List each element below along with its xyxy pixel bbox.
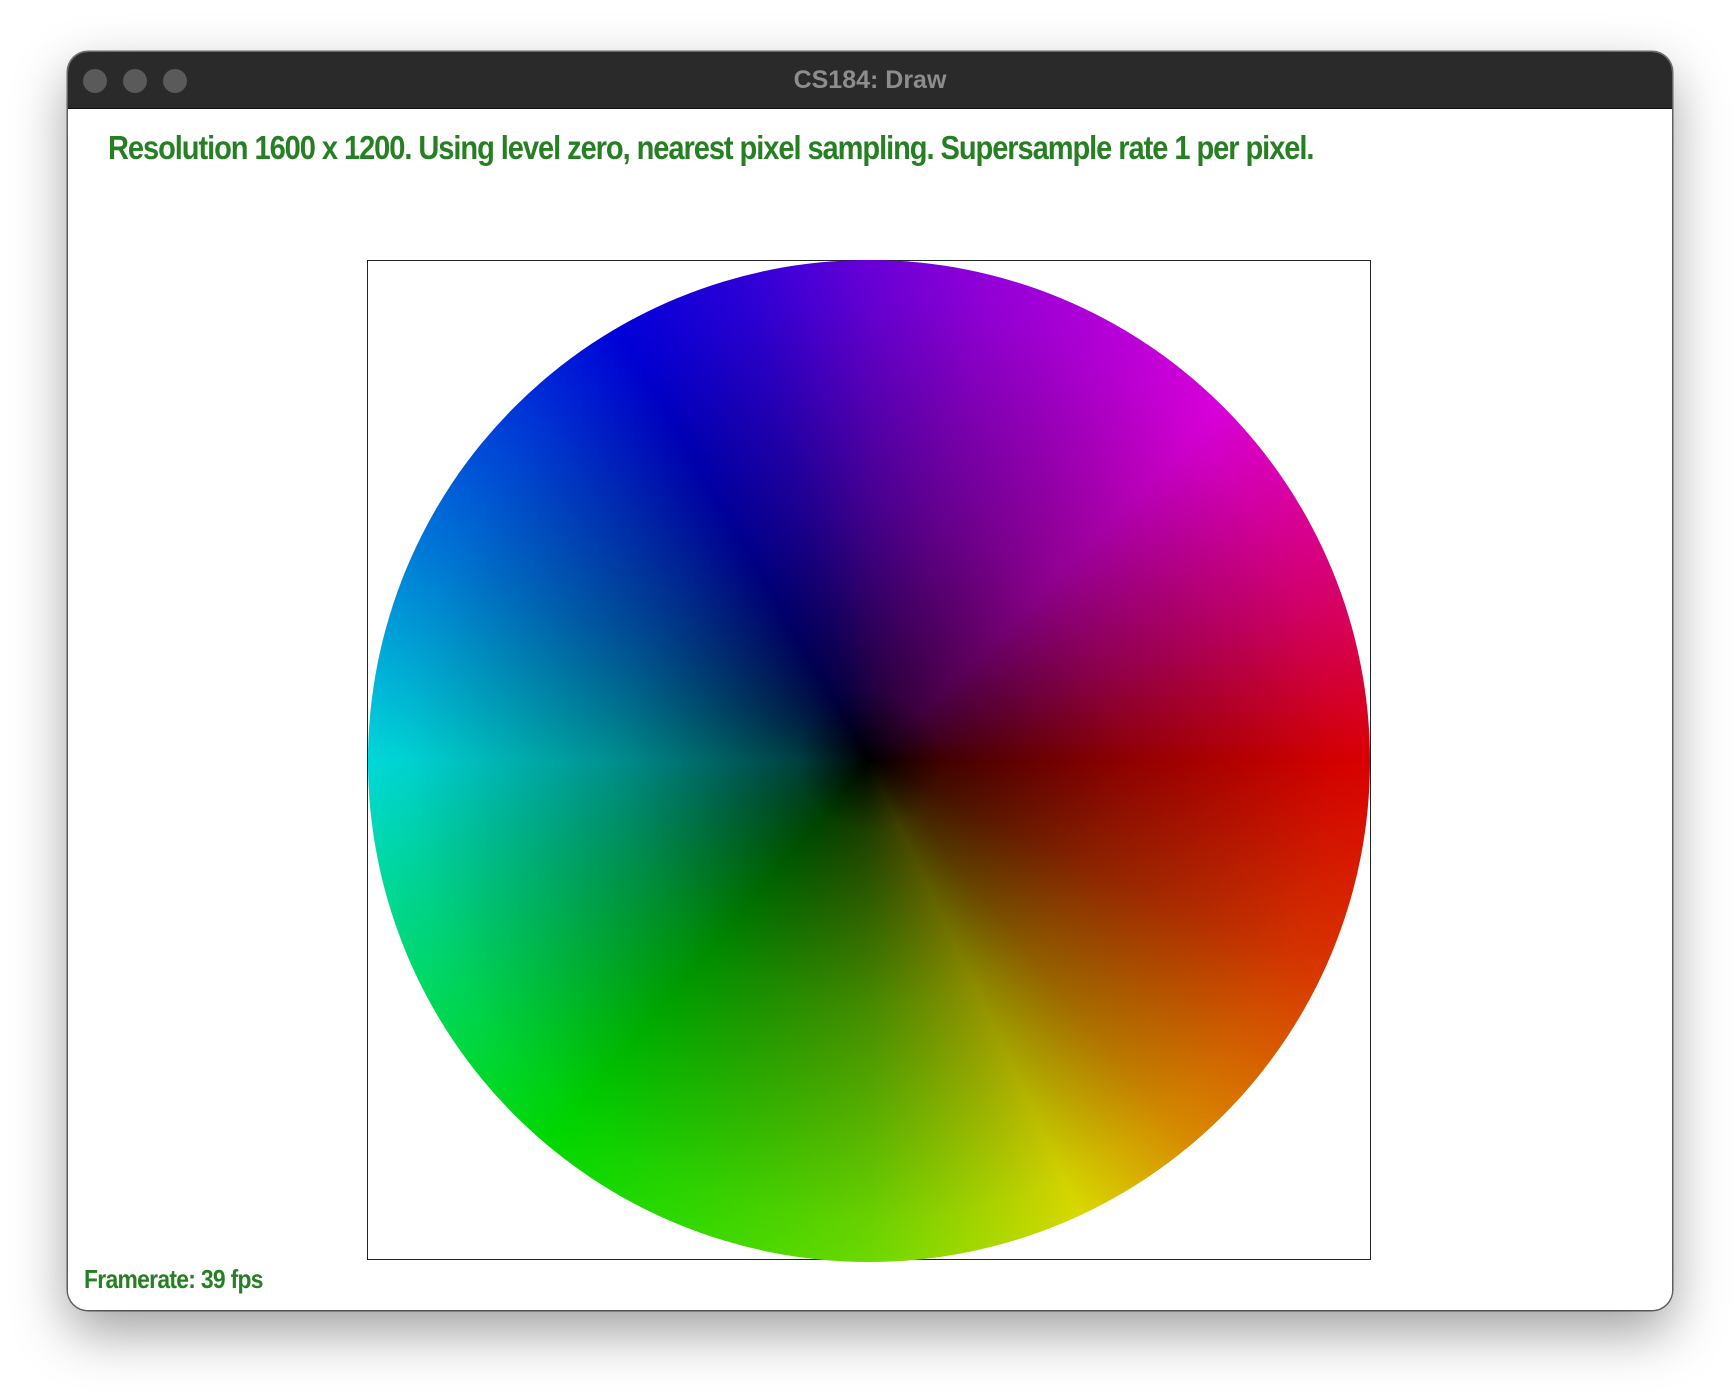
render-viewport[interactable]: Resolution 1600 x 1200. Using level zero…	[68, 109, 1672, 1310]
status-text: Resolution 1600 x 1200. Using level zero…	[108, 129, 1314, 166]
title-bar[interactable]: CS184: Draw	[68, 52, 1672, 109]
framerate-readout: Framerate: 39 fps	[84, 1264, 263, 1294]
window-title: CS184: Draw	[793, 66, 947, 94]
app-window: CS184: Draw Resolution 1600 x 1200. Usin…	[68, 52, 1672, 1310]
drawing-canvas-frame[interactable]	[367, 260, 1371, 1262]
color-wheel-drawing	[368, 260, 1370, 1262]
